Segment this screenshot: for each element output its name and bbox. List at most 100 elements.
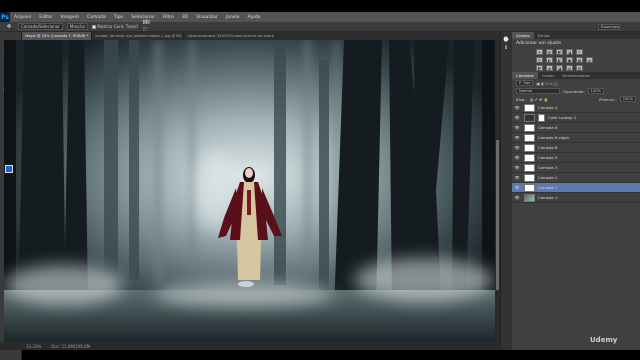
menu-arquivo[interactable]: Arquivo: [10, 15, 35, 20]
layer-kind-filter[interactable]: P. Tipo: [516, 80, 534, 86]
foreground-color-swatch[interactable]: [5, 165, 13, 173]
layer-row[interactable]: 👁 Camada 4: [512, 103, 640, 113]
document-info: Doc: 11,8M/196,6M: [51, 343, 91, 349]
layer-mask-thumbnail[interactable]: [538, 113, 545, 122]
layer-row-selected[interactable]: 👁 Camada 7: [512, 183, 640, 193]
menu-ajuda[interactable]: Ajuda: [244, 15, 265, 20]
layer-name[interactable]: Camada 5: [538, 155, 557, 160]
layer-row[interactable]: 👁 Camada 5: [512, 153, 640, 163]
vibrance-icon[interactable]: ▽: [576, 49, 583, 55]
brightness-contrast-icon[interactable]: ☀: [536, 49, 543, 55]
visibility-eye-icon[interactable]: 👁: [514, 165, 520, 170]
blend-row: Normal Opacidade: 100%: [512, 87, 640, 95]
menu-camada[interactable]: Camada: [83, 15, 110, 20]
posterize-icon[interactable]: ◈: [546, 65, 553, 71]
menu-editar[interactable]: Editar: [35, 15, 56, 20]
photo-filter-icon[interactable]: ▣: [566, 57, 573, 63]
menu-janela[interactable]: Janela: [222, 15, 244, 20]
checkbox-icon[interactable]: [92, 24, 97, 29]
fill-input[interactable]: 100%: [619, 96, 636, 102]
layer-name[interactable]: Camada 6: [538, 125, 557, 130]
color-balance-icon[interactable]: ◐: [546, 57, 553, 63]
show-transform-controls-checkbox[interactable]: Mostrar Cont. Transf.: [92, 24, 139, 29]
scrollbar-thumb[interactable]: [496, 140, 499, 290]
visibility-eye-icon[interactable]: 👁: [514, 175, 520, 180]
move-tool-icon[interactable]: ✥: [4, 23, 14, 31]
layer-name[interactable]: Camada 3: [538, 165, 557, 170]
tab-canais[interactable]: Canais: [538, 72, 559, 79]
layer-thumbnail: [524, 143, 535, 152]
adjustment-icons-row: ☀ ▥ ◩ ◪ ▽: [512, 48, 640, 56]
layer-filter-row: P. Tipo ▣ ◐ T ▭ ◫: [512, 79, 640, 87]
document-tab[interactable]: dianmandplace_3447293-dark-shrines-for-s…: [184, 32, 277, 40]
tab-estilos[interactable]: Estilos: [534, 32, 554, 39]
udemy-watermark-logo: Udemy: [590, 336, 618, 344]
levels-icon[interactable]: ▥: [546, 49, 553, 55]
fill-label: Preench.:: [598, 96, 617, 102]
layer-thumbnail: [524, 173, 535, 182]
layer-name[interactable]: Camada 7: [538, 185, 557, 190]
auto-select-dropdown[interactable]: Camada/Selecionar: [18, 23, 63, 30]
channel-mixer-icon[interactable]: ▦: [576, 57, 583, 63]
layer-thumbnail: [524, 123, 535, 132]
curves-icon[interactable]: ◩: [556, 49, 563, 55]
black-white-icon[interactable]: ◧: [556, 57, 563, 63]
visibility-eye-icon[interactable]: 👁: [514, 155, 520, 160]
menu-imagem[interactable]: Imagem: [57, 15, 83, 20]
menu-3d[interactable]: 3D: [178, 15, 192, 20]
tab-camadas[interactable]: Camadas: [512, 72, 538, 79]
layer-row[interactable]: 👁 Camada 6 cópia: [512, 133, 640, 143]
document-tab[interactable]: ciudad, fantasia, ala_alolesimulaesz-1.j…: [92, 32, 185, 40]
layer-row[interactable]: 👁 Color Lookup 1: [512, 113, 640, 123]
gradient-map-icon[interactable]: ▤: [566, 65, 573, 71]
opacity-label: Opacidade:: [563, 88, 585, 94]
layer-row[interactable]: 👁 Camada 6: [512, 123, 640, 133]
visibility-eye-icon[interactable]: 👁: [514, 125, 520, 130]
visibility-eye-icon[interactable]: 👁: [514, 195, 520, 200]
photoshop-logo-icon: Ps: [0, 12, 10, 22]
filter-icons[interactable]: ▣ ◐ T ▭ ◫: [536, 81, 557, 86]
layer-name[interactable]: Camada 4: [538, 105, 557, 110]
visibility-eye-icon[interactable]: 👁: [514, 105, 520, 110]
history-panel-icon[interactable]: ⌚: [501, 36, 511, 44]
align-icons[interactable]: ⫴⫴⫴ ⫶⫶⫶: [143, 20, 153, 33]
layer-name[interactable]: Camada 1: [538, 195, 557, 200]
layer-row[interactable]: 👁 Camada 8: [512, 143, 640, 153]
exposure-icon[interactable]: ◪: [566, 49, 573, 55]
layer-row[interactable]: 👁 Camada 2: [512, 173, 640, 183]
visibility-eye-icon[interactable]: 👁: [514, 145, 520, 150]
layer-thumbnail: [524, 193, 535, 202]
invert-icon[interactable]: ◩: [536, 65, 543, 71]
tab-ajustes[interactable]: Ajustes: [512, 32, 534, 39]
layer-name[interactable]: Color Lookup 1: [548, 115, 576, 120]
workspace-dropdown[interactable]: Essenciais: [598, 24, 620, 30]
right-panels: Ajustes Estilos Adicionar um ajuste ☀ ▥ …: [512, 32, 640, 350]
opacity-input[interactable]: 100%: [587, 88, 604, 94]
hue-saturation-icon[interactable]: ◫: [536, 57, 543, 63]
visibility-eye-icon[interactable]: 👁: [514, 185, 520, 190]
tab-demarcadores[interactable]: Demarcadores: [558, 72, 594, 79]
blend-mode-dropdown[interactable]: Normal: [516, 88, 560, 94]
layer-row[interactable]: 👁 Camada 1: [512, 193, 640, 203]
properties-panel-icon[interactable]: ℹ: [501, 44, 511, 52]
layer-name[interactable]: Camada 2: [538, 175, 557, 180]
zoom-level[interactable]: 33,33%: [26, 344, 41, 349]
layer-thumbnail: [524, 133, 535, 142]
document-canvas[interactable]: [4, 40, 496, 342]
selective-color-icon[interactable]: ▧: [576, 65, 583, 71]
color-lookup-icon[interactable]: ◍: [586, 57, 593, 63]
document-tab[interactable]: Magia @ 33% (Camada 7, RGB/8) *: [22, 32, 93, 40]
lock-icons[interactable]: ▨ ✐ ✥ 🔒: [530, 97, 548, 102]
layer-row[interactable]: 👁 Camada 3: [512, 163, 640, 173]
threshold-icon[interactable]: ◪: [556, 65, 563, 71]
visibility-eye-icon[interactable]: 👁: [514, 115, 520, 120]
layer-name[interactable]: Camada 6 cópia: [538, 135, 569, 140]
layer-name[interactable]: Camada 8: [538, 145, 557, 150]
menu-tipo[interactable]: Tipo: [110, 15, 127, 20]
layer-thumbnail: [524, 163, 535, 172]
menu-filtro[interactable]: Filtro: [159, 15, 178, 20]
menu-visualizar[interactable]: Visualizar: [192, 15, 222, 20]
visibility-eye-icon[interactable]: 👁: [514, 135, 520, 140]
lock-label: Bloq.:: [516, 96, 527, 102]
auto-select-mode-dropdown[interactable]: Mesclar: [66, 23, 89, 30]
